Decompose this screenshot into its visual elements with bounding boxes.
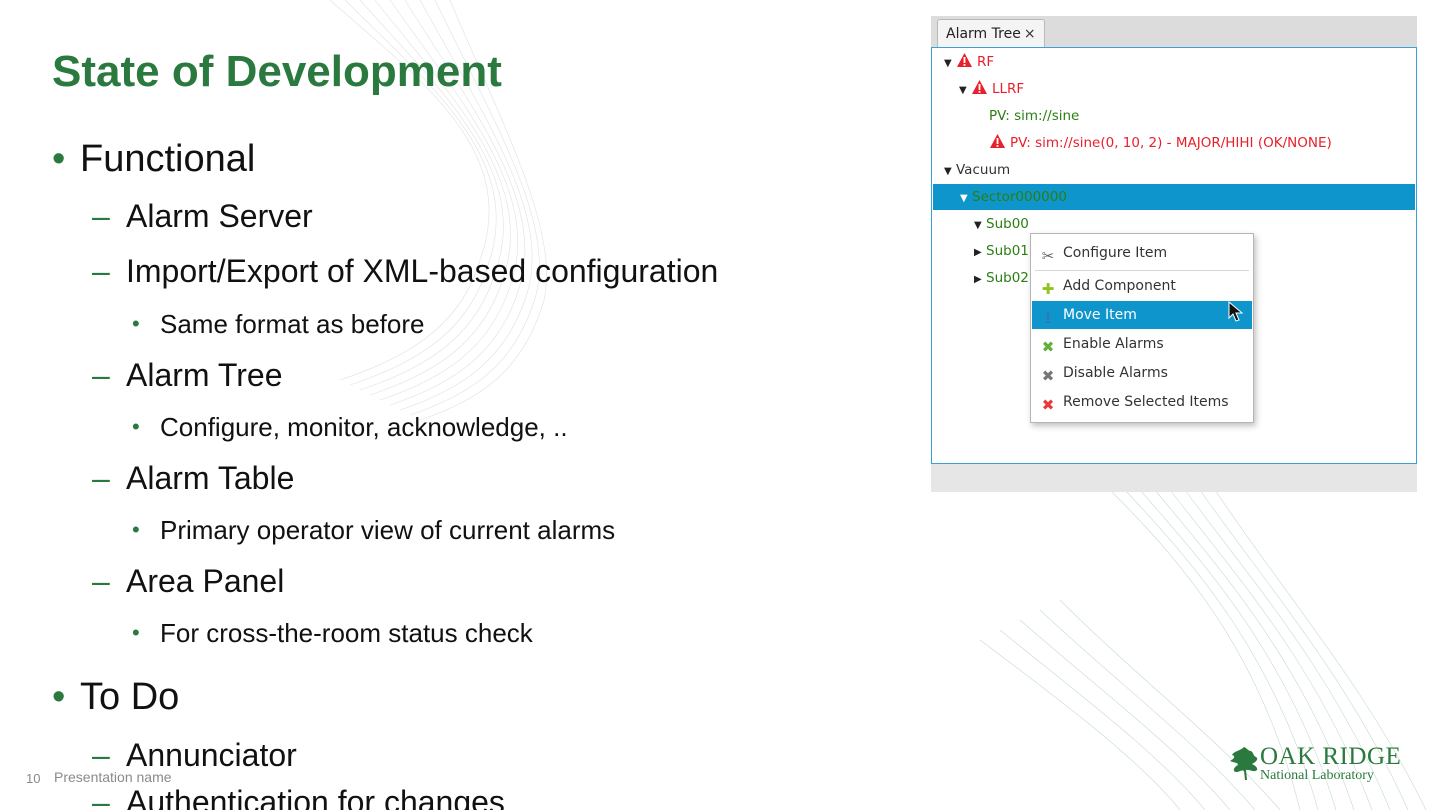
bullet-text: For cross-the-room status check <box>160 618 533 648</box>
bullet-level2: – Alarm Server <box>92 198 313 235</box>
alarm-warning-icon <box>990 134 1005 148</box>
bullet-mark: • <box>132 620 140 645</box>
tree-node-sub02[interactable]: ▶ Sub02 <box>974 266 1029 290</box>
bullet-mark: • <box>132 414 140 439</box>
alarm-warning-icon <box>972 80 987 94</box>
alarm-warning-icon <box>957 53 972 67</box>
bullet-text: Authentication for changes <box>126 784 505 810</box>
bullet-mark: – <box>92 563 110 599</box>
page-number: 10 <box>26 771 41 786</box>
bullet-level2: – Alarm Table <box>92 460 294 497</box>
bullet-text: Alarm Table <box>126 460 295 496</box>
tree-node-label: Sub01 <box>986 243 1029 259</box>
menu-item-add-component[interactable]: ✚ Add Component <box>1032 272 1252 300</box>
tools-icon: ✂ <box>1041 247 1055 265</box>
bullet-text: Alarm Tree <box>126 357 283 393</box>
tree-node-llrf[interactable]: ▼ LLRF <box>959 77 1024 101</box>
mouse-cursor-icon <box>1228 301 1244 322</box>
bullet-level3: • Primary operator view of current alarms <box>132 515 615 546</box>
bullet-mark: • <box>132 517 140 542</box>
oak-leaf-icon <box>1230 747 1258 780</box>
menu-item-label: Add Component <box>1063 278 1176 294</box>
tab-bar: Alarm Tree × <box>931 16 1417 48</box>
bullet-mark: – <box>92 460 110 496</box>
bullet-level1: • Functional <box>52 138 255 181</box>
move-icon: ⁞ <box>1045 309 1051 327</box>
green-x-icon: ✖ <box>1041 338 1055 356</box>
tree-node-pv-sine-alarm[interactable]: PV: sim://sine(0, 10, 2) - MAJOR/HIHI (O… <box>989 131 1332 155</box>
expand-triangle-icon[interactable]: ▼ <box>944 160 956 184</box>
expand-triangle-icon[interactable]: ▼ <box>959 79 971 103</box>
oak-ridge-logo: OAK RIDGE National Laboratory <box>1228 743 1402 787</box>
bullet-level2: – Import/Export of XML-based configuratio… <box>92 253 718 290</box>
expand-triangle-icon[interactable]: ▼ <box>974 214 986 238</box>
expand-triangle-icon[interactable]: ▼ <box>944 52 956 76</box>
alarm-tree-view[interactable]: ▼ RF ▼ LLRF PV: sim://sine PV: sim://sine(… <box>931 47 1417 464</box>
tree-node-pv-sine[interactable]: PV: sim://sine <box>989 104 1079 128</box>
tree-node-rf[interactable]: ▼ RF <box>944 50 994 74</box>
menu-item-move[interactable]: ⁞ Move Item <box>1032 301 1252 329</box>
tree-node-label: Sub02 <box>986 270 1029 286</box>
menu-item-enable-alarms[interactable]: ✖ Enable Alarms <box>1032 330 1252 358</box>
tab-label: Alarm Tree <box>946 26 1021 42</box>
menu-item-label: Remove Selected Items <box>1063 394 1229 410</box>
alarm-tree-screenshot: Alarm Tree × ▼ RF ▼ LLRF PV: sim://sine PV:… <box>931 16 1417 492</box>
menu-item-configure[interactable]: ✂ Configure Item <box>1032 239 1252 267</box>
tab-alarm-tree[interactable]: Alarm Tree × <box>937 19 1045 48</box>
menu-item-label: Disable Alarms <box>1063 365 1168 381</box>
bullet-text: Same format as before <box>160 309 425 339</box>
bullet-level2: – Area Panel <box>92 563 284 600</box>
bullet-text: Area Panel <box>126 563 285 599</box>
bullet-text: To Do <box>80 676 180 718</box>
presentation-name: Presentation name <box>54 769 172 785</box>
bullet-text: Import/Export of XML-based configuration <box>126 253 719 289</box>
tree-node-label: Sector000000 <box>972 189 1067 205</box>
logo-line1: OAK RIDGE <box>1260 743 1402 770</box>
tree-node-label: PV: sim://sine(0, 10, 2) - MAJOR/HIHI (O… <box>1010 135 1332 151</box>
tree-node-label: Vacuum <box>956 162 1011 178</box>
tree-node-label: RF <box>977 54 995 70</box>
bullet-mark: – <box>92 357 110 393</box>
context-menu: ✂ Configure Item ✚ Add Component ⁞ Move Ite… <box>1030 233 1254 423</box>
bullet-level1: • To Do <box>52 676 179 719</box>
plus-icon: ✚ <box>1041 280 1055 298</box>
bullet-level3: • Configure, monitor, acknowledge, .. <box>132 412 568 443</box>
bullet-text: Alarm Server <box>126 198 313 234</box>
bullet-text: Primary operator view of current alarms <box>160 515 616 545</box>
tree-node-vacuum[interactable]: ▼ Vacuum <box>944 158 1010 182</box>
bullet-mark: • <box>52 676 66 718</box>
red-x-icon: ✖ <box>1041 396 1055 414</box>
menu-item-label: Enable Alarms <box>1063 336 1164 352</box>
bullet-level2: – Alarm Tree <box>92 357 282 394</box>
bullet-text: Annunciator <box>126 737 297 773</box>
slide-bullets: • Functional – Alarm Server – Import/Export… <box>0 0 900 810</box>
menu-item-label: Move Item <box>1063 307 1137 323</box>
bullet-text: Configure, monitor, acknowledge, .. <box>160 412 568 442</box>
bullet-level3: • Same format as before <box>132 309 424 340</box>
menu-separator <box>1035 270 1249 271</box>
logo-line2: National Laboratory <box>1260 768 1374 783</box>
bullet-mark: – <box>92 784 110 810</box>
bullet-mark: – <box>92 198 110 234</box>
gray-x-icon: ✖ <box>1041 367 1055 385</box>
close-icon[interactable]: × <box>1024 26 1036 42</box>
menu-item-label: Configure Item <box>1063 245 1168 261</box>
menu-item-disable-alarms[interactable]: ✖ Disable Alarms <box>1032 359 1252 387</box>
bullet-mark: • <box>52 138 66 180</box>
tree-node-label: Sub00 <box>986 216 1029 232</box>
bullet-mark: • <box>132 311 140 336</box>
collapse-triangle-icon[interactable]: ▶ <box>974 241 986 265</box>
expand-triangle-icon[interactable]: ▼ <box>960 187 972 211</box>
bullet-level2: – Authentication for changes <box>92 784 505 810</box>
tree-node-sub00[interactable]: ▼ Sub00 <box>974 212 1029 236</box>
bullet-level3: • For cross-the-room status check <box>132 618 533 649</box>
bullet-mark: – <box>92 253 110 289</box>
tree-node-sub01[interactable]: ▶ Sub01 <box>974 239 1029 263</box>
menu-item-remove-selected[interactable]: ✖ Remove Selected Items <box>1032 388 1252 416</box>
collapse-triangle-icon[interactable]: ▶ <box>974 268 986 292</box>
bullet-text: Functional <box>80 138 256 180</box>
tree-node-label: LLRF <box>992 81 1025 97</box>
tree-node-sector000000[interactable]: ▼ Sector000000 <box>960 185 1067 209</box>
tree-node-label: PV: sim://sine <box>989 108 1080 124</box>
